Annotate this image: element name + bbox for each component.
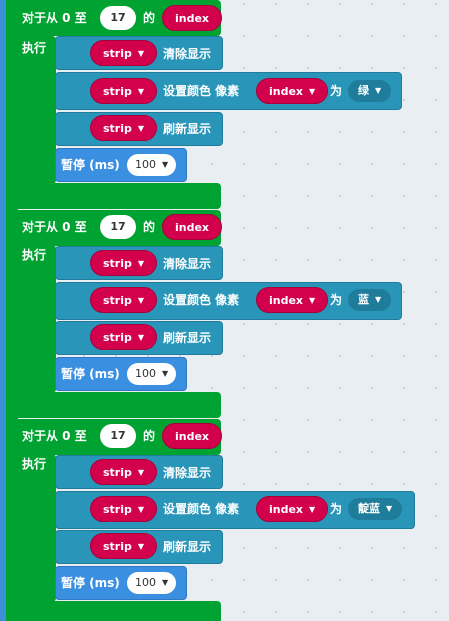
caret-down-icon: ▼ <box>137 87 145 96</box>
loop-footer <box>6 601 221 621</box>
caret-down-icon: ▼ <box>137 542 145 551</box>
loop-body-left <box>6 245 56 393</box>
caret-down-icon: ▼ <box>162 369 169 378</box>
strip-variable-dropdown[interactable]: strip ▼ <box>90 459 158 485</box>
loop-header-of: 的 <box>143 429 156 443</box>
clear-label: 清除显示 <box>163 257 212 271</box>
loop-body-label: 执行 <box>22 457 47 471</box>
strip-variable-dropdown[interactable]: strip ▼ <box>90 78 158 104</box>
loop-end-value-input[interactable]: 17 <box>100 215 136 239</box>
as-label: 为 <box>330 502 343 516</box>
loop-variable-index[interactable]: index <box>162 5 223 31</box>
loop-end-value-input[interactable]: 17 <box>100 6 136 30</box>
pause-duration-dropdown[interactable]: 100 ▼ <box>127 154 177 176</box>
caret-down-icon: ▼ <box>162 160 169 169</box>
show-label: 刷新显示 <box>163 122 212 136</box>
as-label: 为 <box>330 293 343 307</box>
caret-down-icon: ▼ <box>137 296 145 305</box>
caret-down-icon: ▼ <box>137 259 145 268</box>
caret-down-icon: ▼ <box>137 49 145 58</box>
caret-down-icon: ▼ <box>386 504 393 513</box>
as-label: 为 <box>330 84 343 98</box>
loop-body-label: 执行 <box>22 41 47 55</box>
show-label: 刷新显示 <box>163 540 212 554</box>
loop-end-value-input[interactable]: 17 <box>100 424 136 448</box>
pause-label: 暂停 (ms) <box>61 158 120 172</box>
pause-duration-dropdown[interactable]: 100 ▼ <box>127 572 177 594</box>
set-color-label: 设置颜色 像素 <box>163 84 240 98</box>
caret-down-icon: ▼ <box>375 86 382 95</box>
loop-header-prefix: 对于从 0 至 <box>22 429 87 443</box>
caret-down-icon: ▼ <box>375 295 382 304</box>
strip-variable-dropdown[interactable]: strip ▼ <box>90 496 158 522</box>
loop-footer <box>6 392 221 418</box>
show-label: 刷新显示 <box>163 331 212 345</box>
strip-variable-dropdown[interactable]: strip ▼ <box>90 287 158 313</box>
loop-variable-index[interactable]: index <box>162 214 223 240</box>
clear-label: 清除显示 <box>163 47 212 61</box>
strip-variable-dropdown[interactable]: strip ▼ <box>90 250 158 276</box>
caret-down-icon: ▼ <box>309 296 316 305</box>
strip-variable-dropdown[interactable]: strip ▼ <box>90 40 158 66</box>
strip-variable-dropdown[interactable]: strip ▼ <box>90 115 158 141</box>
caret-down-icon: ▼ <box>137 124 145 133</box>
color-dropdown[interactable]: 绿 ▼ <box>348 80 392 102</box>
caret-down-icon: ▼ <box>309 87 316 96</box>
set-color-label: 设置颜色 像素 <box>163 293 240 307</box>
loop-body-left <box>6 454 56 602</box>
caret-down-icon: ▼ <box>162 578 169 587</box>
loop-header-of: 的 <box>143 11 156 25</box>
color-dropdown[interactable]: 蓝 ▼ <box>348 289 392 311</box>
loop-header-prefix: 对于从 0 至 <box>22 11 87 25</box>
color-dropdown[interactable]: 靛蓝 ▼ <box>348 498 403 520</box>
loop-body-label: 执行 <box>22 248 47 262</box>
strip-variable-dropdown[interactable]: strip ▼ <box>90 533 158 559</box>
caret-down-icon: ▼ <box>137 468 145 477</box>
set-color-label: 设置颜色 像素 <box>163 502 240 516</box>
pause-label: 暂停 (ms) <box>61 576 120 590</box>
caret-down-icon: ▼ <box>137 333 145 342</box>
caret-down-icon: ▼ <box>137 505 145 514</box>
clear-label: 清除显示 <box>163 466 212 480</box>
caret-down-icon: ▼ <box>309 505 316 514</box>
loop-variable-index[interactable]: index <box>162 423 223 449</box>
pixel-index-variable[interactable]: index ▼ <box>256 496 329 522</box>
pause-label: 暂停 (ms) <box>61 367 120 381</box>
loop-header-prefix: 对于从 0 至 <box>22 220 87 234</box>
pixel-index-variable[interactable]: index ▼ <box>256 287 329 313</box>
loop-body-left <box>6 36 56 184</box>
pause-duration-dropdown[interactable]: 100 ▼ <box>127 363 177 385</box>
loop-footer <box>6 183 221 209</box>
pixel-index-variable[interactable]: index ▼ <box>256 78 329 104</box>
strip-variable-dropdown[interactable]: strip ▼ <box>90 324 158 350</box>
loop-header-of: 的 <box>143 220 156 234</box>
